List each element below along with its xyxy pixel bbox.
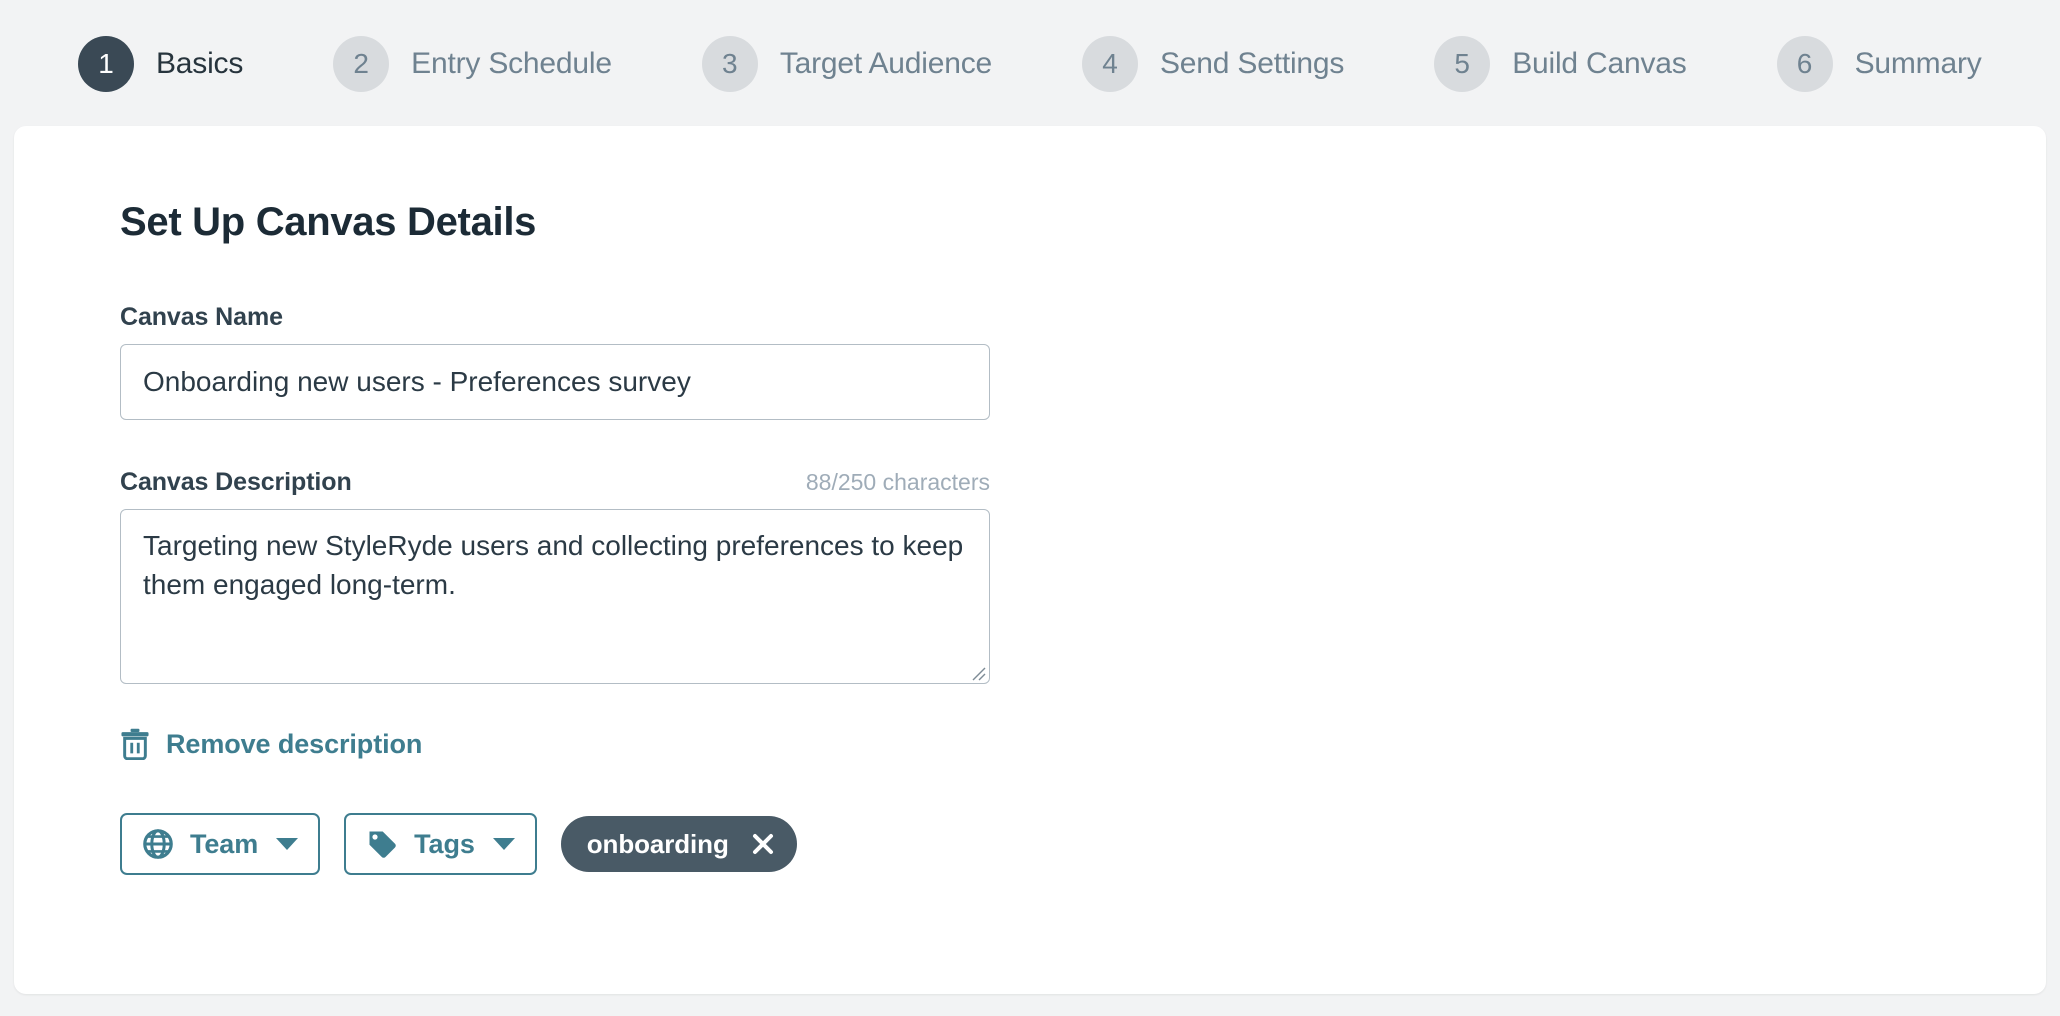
remove-description-button[interactable]: Remove description bbox=[120, 728, 422, 760]
canvas-meta-button-row: Team Tags onboarding bbox=[120, 813, 2046, 875]
step-6-label: Summary bbox=[1854, 47, 1982, 80]
canvas-description-label: Canvas Description bbox=[120, 468, 352, 496]
step-5-label: Build Canvas bbox=[1512, 47, 1687, 80]
field-spacer bbox=[120, 420, 2046, 468]
team-dropdown-button[interactable]: Team bbox=[120, 813, 321, 875]
step-3-label: Target Audience bbox=[779, 47, 992, 80]
card-content: Set Up Canvas Details Canvas Name Canvas… bbox=[14, 126, 2046, 875]
canvas-description-textarea[interactable] bbox=[120, 509, 990, 684]
step-1-number: 1 bbox=[78, 36, 134, 92]
page-title: Set Up Canvas Details bbox=[120, 200, 537, 244]
tags-button-label: Tags bbox=[414, 828, 475, 859]
step-4-number: 4 bbox=[1082, 36, 1138, 92]
character-counter: 88/250 characters bbox=[805, 469, 990, 495]
step-1-basics[interactable]: 1 Basics bbox=[78, 36, 243, 92]
step-1-label: Basics bbox=[156, 47, 244, 80]
canvas-details-card: Set Up Canvas Details Canvas Name Canvas… bbox=[14, 126, 2046, 994]
canvas-name-label-row: Canvas Name bbox=[120, 303, 990, 332]
remove-description-label: Remove description bbox=[166, 728, 423, 759]
step-4-label: Send Settings bbox=[1160, 47, 1345, 80]
chevron-down-icon bbox=[492, 838, 515, 850]
tag-chip-onboarding[interactable]: onboarding bbox=[560, 816, 797, 872]
canvas-name-label: Canvas Name bbox=[120, 303, 283, 331]
canvas-wizard-stepper: 1 Basics 2 Entry Schedule 3 Target Audie… bbox=[0, 0, 2060, 128]
step-2-label: Entry Schedule bbox=[411, 47, 612, 80]
canvas-description-wrap bbox=[120, 509, 990, 684]
step-2-entry-schedule[interactable]: 2 Entry Schedule bbox=[333, 36, 612, 92]
globe-icon bbox=[143, 829, 173, 859]
close-icon[interactable] bbox=[751, 832, 775, 856]
step-2-number: 2 bbox=[333, 36, 390, 92]
team-button-label: Team bbox=[190, 828, 259, 859]
tag-icon bbox=[369, 831, 396, 858]
step-4-send-settings[interactable]: 4 Send Settings bbox=[1082, 36, 1344, 92]
step-5-build-canvas[interactable]: 5 Build Canvas bbox=[1434, 36, 1687, 92]
canvas-description-label-row: Canvas Description 88/250 characters bbox=[120, 468, 990, 497]
chevron-down-icon bbox=[276, 838, 299, 850]
step-6-summary[interactable]: 6 Summary bbox=[1776, 36, 1982, 92]
step-5-number: 5 bbox=[1434, 36, 1491, 92]
step-3-target-audience[interactable]: 3 Target Audience bbox=[701, 36, 992, 92]
trash-icon bbox=[121, 728, 149, 760]
tag-chip-label: onboarding bbox=[586, 828, 729, 859]
step-6-number: 6 bbox=[1776, 36, 1833, 92]
tags-dropdown-button[interactable]: Tags bbox=[344, 813, 537, 875]
canvas-name-input[interactable] bbox=[120, 344, 990, 420]
step-3-number: 3 bbox=[701, 36, 758, 92]
